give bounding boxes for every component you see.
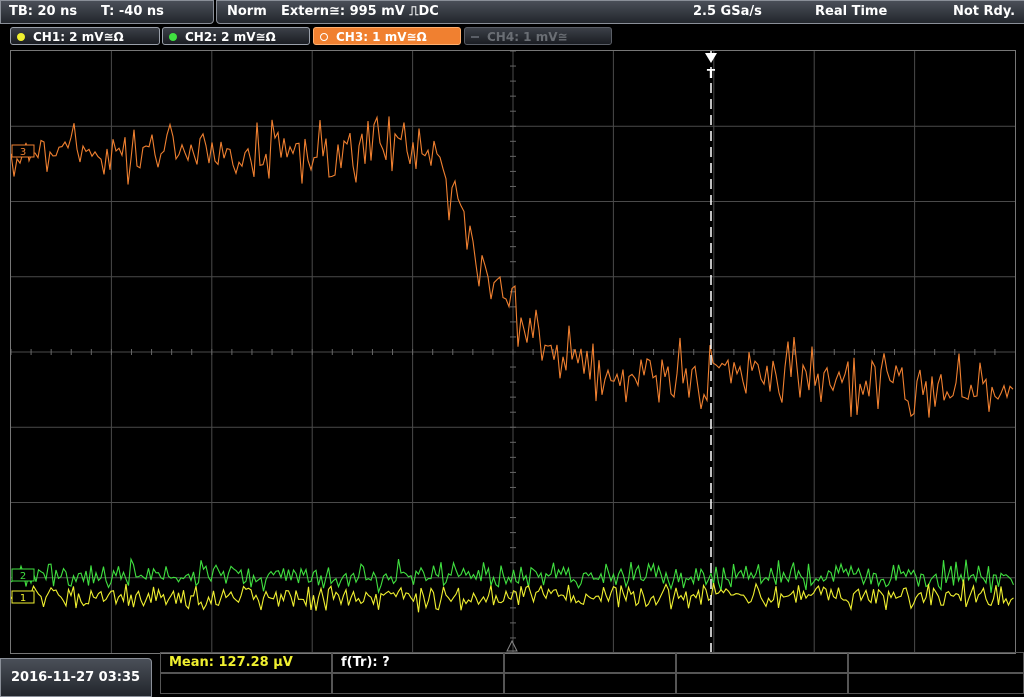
- waveform-svg: T 3 2 1: [10, 50, 1015, 654]
- meas-slot-5[interactable]: [848, 652, 1024, 673]
- ch2-indicator-icon: [169, 33, 177, 41]
- channel-ch1-button[interactable]: CH1: 2 mV≅Ω: [10, 27, 160, 45]
- channel-ch2-button[interactable]: CH2: 2 mV≅Ω: [162, 27, 310, 45]
- meas-slot-7[interactable]: [332, 673, 504, 694]
- ch3-indicator-icon: [320, 33, 328, 41]
- waveform-display[interactable]: T 3 2 1: [10, 50, 1016, 654]
- trigger-marker-label: T: [707, 67, 716, 81]
- meas-slot-10[interactable]: [848, 673, 1024, 694]
- center-marker-icon: [506, 639, 518, 652]
- graticule: [10, 50, 1015, 654]
- trigger-source: Extern≅: 995 mV ⎍DC: [281, 4, 439, 19]
- ch3-label: CH3: 1 mV≅Ω: [336, 30, 427, 44]
- meas-slot-8[interactable]: [504, 673, 676, 694]
- top-bar: TB: 20 ns T: -40 ns Norm Extern≅: 995 mV…: [0, 0, 1024, 24]
- ch3-trace: [10, 115, 1014, 418]
- channel-bar: CH1: 2 mV≅Ω CH2: 2 mV≅Ω CH3: 1 mV≅Ω CH4:…: [0, 26, 1024, 48]
- meas-slot-9[interactable]: [676, 673, 848, 694]
- channel-ref-label: 1: [20, 593, 26, 604]
- timebase-box[interactable]: TB: 20 ns T: -40 ns: [0, 0, 214, 24]
- meas-slot-6[interactable]: [160, 673, 332, 694]
- acquisition-mode: Real Time: [815, 4, 888, 19]
- datetime-display: 2016-11-27 03:35: [0, 658, 152, 697]
- channel-ch4-button[interactable]: CH4: 1 mV≅: [464, 27, 612, 45]
- meas-slot-3[interactable]: [504, 652, 676, 673]
- freq-measurement[interactable]: f(Tr): ?: [332, 652, 504, 673]
- ch2-trace: [10, 557, 1015, 595]
- meas-slot-4[interactable]: [676, 652, 848, 673]
- mean-measurement[interactable]: Mean: 127.28 µV: [160, 652, 332, 673]
- ch4-label: CH4: 1 mV≅: [487, 30, 568, 44]
- ch1-label: CH1: 2 mV≅Ω: [33, 30, 124, 44]
- ch4-indicator-icon: [471, 36, 479, 38]
- ch2-label: CH2: 2 mV≅Ω: [185, 30, 276, 44]
- trigger-position-icon[interactable]: [705, 53, 717, 63]
- ready-status: Not Rdy.: [953, 4, 1016, 19]
- traces: [10, 115, 1015, 613]
- ch1-indicator-icon: [17, 33, 25, 41]
- timebase-label: TB: 20 ns: [9, 4, 78, 19]
- channel-ref-label: 2: [20, 571, 26, 582]
- status-bar[interactable]: Norm Extern≅: 995 mV ⎍DC 2.5 GSa/s Real …: [216, 0, 1024, 24]
- trigger-mode: Norm: [227, 4, 267, 19]
- measurement-panel[interactable]: Mean: 127.28 µV f(Tr): ?: [160, 652, 1024, 695]
- channel-ch3-button[interactable]: CH3: 1 mV≅Ω: [313, 27, 461, 45]
- sample-rate: 2.5 GSa/s: [693, 4, 762, 19]
- bottom-bar: 2016-11-27 03:35 Mean: 127.28 µV f(Tr): …: [0, 652, 1024, 697]
- channel-ref-label: 3: [20, 147, 26, 158]
- trigger-offset-label: T: -40 ns: [101, 4, 164, 19]
